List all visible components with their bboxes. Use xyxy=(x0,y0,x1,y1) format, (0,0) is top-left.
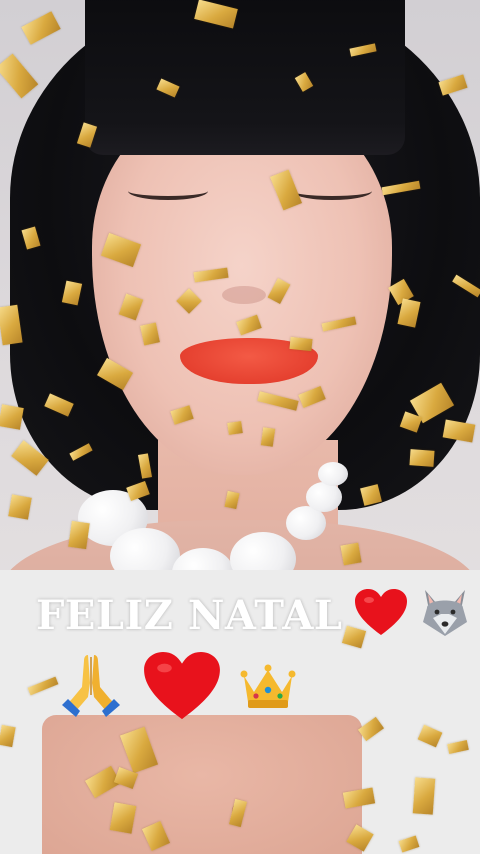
necklace-bead xyxy=(318,462,348,486)
left-eye xyxy=(128,182,208,200)
confetti-piece xyxy=(227,421,243,435)
confetti-piece xyxy=(409,449,435,467)
heart-icon xyxy=(144,652,220,726)
confetti-piece xyxy=(21,11,61,45)
confetti-piece xyxy=(340,542,362,566)
video-frame: FELIZ NATAL xyxy=(0,0,480,854)
confetti-piece xyxy=(8,494,32,520)
emoji-row xyxy=(58,652,296,726)
bangs xyxy=(85,0,405,155)
right-eye xyxy=(292,182,372,200)
confetti-piece xyxy=(0,53,39,99)
caption-text: FELIZ NATAL xyxy=(36,591,343,639)
nose xyxy=(222,286,266,304)
crown-icon xyxy=(240,662,296,716)
praying-hands-icon xyxy=(58,653,124,725)
confetti-piece xyxy=(0,404,24,430)
confetti-piece xyxy=(412,777,436,815)
confetti-piece xyxy=(68,520,90,550)
confetti-piece xyxy=(260,427,276,447)
confetti-piece xyxy=(289,336,313,352)
wolf-icon xyxy=(419,588,471,642)
necklace-bead xyxy=(306,482,342,512)
heart-icon xyxy=(354,589,407,641)
confetti-piece xyxy=(438,74,468,96)
caption-line: FELIZ NATAL xyxy=(36,588,471,642)
